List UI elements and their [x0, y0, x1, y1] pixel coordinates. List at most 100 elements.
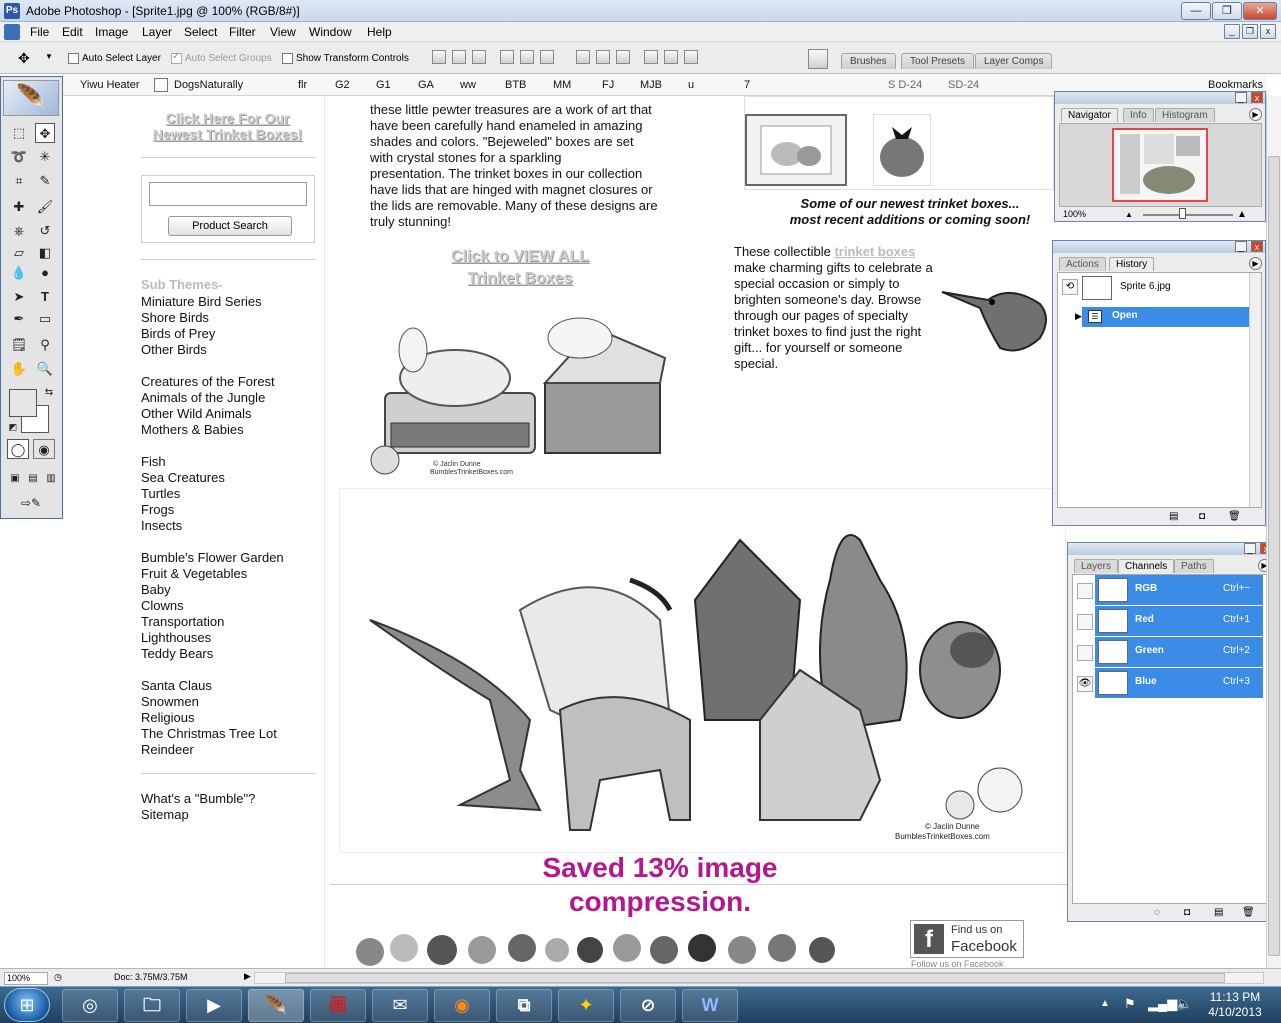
navigator-preview[interactable] — [1059, 123, 1262, 207]
scrollbar-thumb[interactable] — [1268, 156, 1280, 956]
channel-row-blue[interactable]: Blue Ctrl+3 — [1095, 668, 1263, 698]
bookmark-ga[interactable]: GA — [418, 79, 434, 91]
panel-minimize-button[interactable]: _ — [1235, 241, 1247, 252]
bookmark-bookmarks[interactable]: Bookmarks — [1208, 79, 1263, 91]
volume-icon[interactable]: 🔈 — [1176, 996, 1192, 1012]
word-icon[interactable]: W — [682, 989, 738, 1022]
nav-link[interactable]: Religious — [141, 710, 194, 725]
nav-link[interactable]: Other Wild Animals — [141, 406, 252, 421]
show-hidden-icons-icon[interactable]: ▲ — [1100, 998, 1110, 1009]
path-select-icon[interactable]: ➤ — [9, 287, 29, 307]
history-brush-source-icon[interactable]: ⟲ — [1062, 279, 1078, 295]
what-is-a-bumble-link[interactable]: What's a "Bumble"? — [141, 791, 255, 806]
channel-row-red[interactable]: Red Ctrl+1 — [1095, 606, 1263, 636]
align-right-icon[interactable] — [540, 50, 554, 64]
nav-link[interactable]: The Christmas Tree Lot — [141, 726, 277, 741]
distribute-left-icon[interactable] — [644, 50, 658, 64]
pen-icon[interactable]: ✒ — [9, 309, 29, 329]
file-explorer-icon[interactable]: 🗀 — [124, 989, 180, 1022]
tab-history[interactable]: History — [1109, 257, 1155, 271]
firefox-icon[interactable]: ◉ — [434, 989, 490, 1022]
document-horizontal-scrollbar[interactable] — [254, 972, 1264, 984]
history-scrollbar[interactable] — [1249, 273, 1261, 507]
remote-desktop-icon[interactable]: ⧉ — [496, 989, 552, 1022]
newest-trinket-boxes-link[interactable]: Click Here For Our Newest Trinket Boxes! — [145, 110, 310, 142]
panel-minimize-button[interactable]: _ — [1244, 543, 1256, 554]
type-icon[interactable]: T — [35, 287, 55, 307]
distribute-bottom-icon[interactable] — [616, 50, 630, 64]
photoshop-taskbar-icon[interactable]: 🪶 — [248, 989, 304, 1022]
panel-menu-icon[interactable]: ▶ — [1249, 257, 1262, 270]
nullsoft-icon[interactable]: ⊘ — [620, 989, 676, 1022]
menu-view[interactable]: View — [270, 25, 296, 39]
new-document-from-state-icon[interactable]: ▤ — [1169, 511, 1178, 522]
menu-layer[interactable]: Layer — [142, 25, 172, 39]
status-zoom-field[interactable]: 100% — [4, 972, 48, 985]
channel-visibility-toggle[interactable] — [1077, 645, 1093, 661]
file-browser-icon[interactable] — [808, 49, 828, 69]
panel-close-button[interactable]: x — [1251, 92, 1263, 103]
zoom-in-icon[interactable]: ▲ — [1237, 209, 1247, 220]
nav-link[interactable]: Turtles — [141, 486, 180, 501]
new-channel-icon[interactable]: ▤ — [1214, 907, 1223, 918]
tab-layers[interactable]: Layers — [1074, 559, 1119, 573]
jump-to-imageready-icon[interactable]: ⇨✎ — [7, 493, 55, 513]
zoom-slider-track[interactable] — [1143, 214, 1233, 216]
channel-visibility-toggle[interactable] — [1077, 614, 1093, 630]
tab-paths[interactable]: Paths — [1174, 559, 1214, 573]
bookmark-sd-24-b[interactable]: SD-24 — [948, 79, 979, 91]
restore-button[interactable]: ❐ — [1212, 2, 1242, 20]
nav-link[interactable]: Other Birds — [141, 342, 207, 357]
minimize-button[interactable]: — — [1181, 2, 1211, 20]
panel-close-button[interactable]: x — [1251, 241, 1263, 252]
tab-info[interactable]: Info — [1123, 108, 1154, 122]
auto-select-layer-checkbox[interactable] — [68, 53, 79, 64]
dodge-icon[interactable]: ● — [35, 263, 55, 283]
view-all-trinket-boxes-link[interactable]: Click to VIEW ALL Trinket Boxes — [440, 246, 600, 290]
align-left-icon[interactable] — [500, 50, 514, 64]
bookmark-btb[interactable]: BTB — [505, 79, 526, 91]
crop-icon[interactable]: ⌗ — [9, 171, 29, 191]
nav-link[interactable]: Animals of the Jungle — [141, 390, 265, 405]
bookmark-u[interactable]: u — [688, 79, 694, 91]
eyedropper-icon[interactable]: ⚲ — [35, 335, 55, 355]
aim-icon[interactable]: ✦ — [558, 989, 614, 1022]
align-horizontal-center-icon[interactable] — [520, 50, 534, 64]
menu-window[interactable]: Window — [309, 25, 352, 39]
create-snapshot-icon[interactable]: ◘ — [1199, 511, 1205, 522]
quick-mask-icon[interactable]: ◉ — [33, 439, 55, 459]
nav-link[interactable]: Fruit & Vegetables — [141, 566, 247, 581]
channel-visibility-toggle[interactable] — [1077, 583, 1093, 599]
product-search-button[interactable]: Product Search — [168, 216, 292, 236]
well-tab-tool-presets[interactable]: Tool Presets — [901, 53, 975, 69]
newest-box-thumbnail[interactable] — [745, 114, 847, 186]
zoom-out-icon[interactable]: ▲ — [1125, 210, 1133, 219]
nav-link[interactable]: Santa Claus — [141, 678, 212, 693]
panel-minimize-button[interactable]: _ — [1235, 92, 1247, 103]
media-player-icon[interactable]: ▶ — [186, 989, 242, 1022]
nav-link[interactable]: Creatures of the Forest — [141, 374, 275, 389]
history-state-row[interactable]: ☰ Open — [1082, 307, 1251, 327]
zoom-slider-handle[interactable] — [1179, 208, 1186, 219]
show-transform-controls-checkbox[interactable] — [282, 53, 293, 64]
swap-colors-icon[interactable]: ⇆ — [39, 383, 59, 403]
tab-histogram[interactable]: Histogram — [1155, 108, 1215, 122]
nav-link[interactable]: Shore Birds — [141, 310, 209, 325]
move-icon[interactable]: ✥ — [35, 123, 55, 143]
menu-edit[interactable]: Edit — [62, 25, 83, 39]
distribute-right-icon[interactable] — [684, 50, 698, 64]
marquee-icon[interactable]: ⬚ — [9, 123, 29, 143]
channel-row-green[interactable]: Green Ctrl+2 — [1095, 637, 1263, 667]
close-button[interactable]: ✕ — [1243, 2, 1277, 20]
bookmark-mm[interactable]: MM — [553, 79, 571, 91]
healing-icon[interactable]: ✚ — [9, 197, 29, 217]
nav-link[interactable]: Fish — [141, 454, 166, 469]
nav-link[interactable]: Mothers & Babies — [141, 422, 244, 437]
menu-image[interactable]: Image — [95, 25, 128, 39]
nav-link[interactable]: Birds of Prey — [141, 326, 215, 341]
brush-icon[interactable]: 🖌 — [35, 197, 55, 217]
stamp-icon[interactable]: ⎈ — [9, 221, 29, 241]
hand-icon[interactable]: ✋ — [9, 359, 29, 379]
bookmark-7[interactable]: 7 — [744, 79, 750, 91]
nav-link[interactable]: Bumble's Flower Garden — [141, 550, 284, 565]
